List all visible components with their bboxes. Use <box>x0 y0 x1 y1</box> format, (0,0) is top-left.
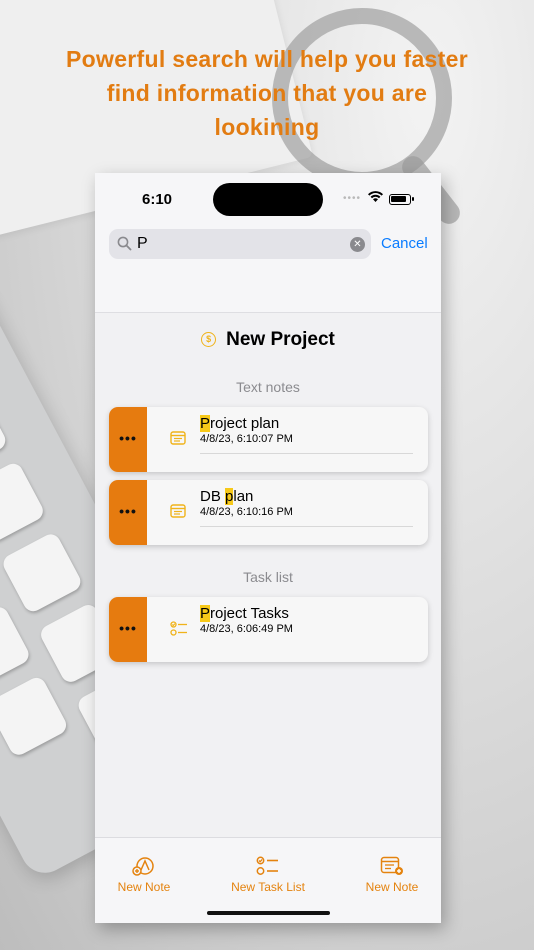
more-actions-button[interactable]: ••• <box>109 597 147 662</box>
task-list-icon <box>256 856 278 875</box>
cancel-button[interactable]: Cancel <box>381 235 428 252</box>
more-actions-button[interactable]: ••• <box>109 480 147 545</box>
status-bar: 6:10 •••• <box>95 173 441 229</box>
note-date: 4/8/23, 6:10:07 PM <box>200 433 293 445</box>
search-header: 6:10 •••• ✕ Cancel <box>95 173 441 313</box>
task-list-date: 4/8/23, 6:06:49 PM <box>200 623 293 635</box>
tab-new-sketch-note[interactable]: New Note <box>115 856 173 894</box>
new-sketch-note-icon <box>132 857 154 876</box>
promo-headline-line: lookining <box>214 114 320 140</box>
tab-label: New Task List <box>231 880 305 894</box>
project-title: $ New Project <box>95 329 441 351</box>
battery-icon <box>389 194 414 205</box>
search-highlight: P <box>200 605 211 622</box>
search-icon <box>117 236 132 251</box>
task-list-icon <box>170 621 187 636</box>
search-input[interactable] <box>137 232 347 256</box>
promo-headline: Powerful search will help you faster fin… <box>0 42 534 144</box>
home-indicator[interactable] <box>207 911 330 915</box>
tab-label: New Note <box>365 880 419 894</box>
promo-headline-line: find information that you are <box>106 80 428 106</box>
tab-new-text-note[interactable]: New Note <box>362 856 422 894</box>
divider <box>200 526 413 527</box>
task-list-title: Project Tasks <box>200 605 289 622</box>
note-date: 4/8/23, 6:10:16 PM <box>200 506 293 518</box>
dynamic-island <box>213 183 323 216</box>
coin-icon: $ <box>201 332 217 347</box>
search-highlight: P <box>200 415 211 432</box>
tab-label: New Note <box>117 880 171 894</box>
list-item[interactable]: ••• Project Tasks 4/8/23, 6:06:49 PM <box>109 597 428 662</box>
tab-new-task-list[interactable]: New Task List <box>228 856 308 894</box>
text-note-icon <box>170 504 186 518</box>
phone-screen: 6:10 •••• ✕ Cancel $ New Project Text not… <box>95 173 441 923</box>
tab-bar: New Note New Task List New Note <box>95 837 441 923</box>
divider <box>200 453 413 454</box>
list-item[interactable]: ••• DB plan 4/8/23, 6:10:16 PM <box>109 480 428 545</box>
promo-headline-line: Powerful search will help you faster <box>66 46 468 72</box>
section-label-task-list: Task list <box>243 569 293 585</box>
clear-search-icon[interactable]: ✕ <box>350 237 365 252</box>
signal-icon: •••• <box>343 193 362 204</box>
note-title: DB plan <box>200 488 254 505</box>
section-label-text-notes: Text notes <box>236 379 300 395</box>
project-title-text: New Project <box>226 329 335 350</box>
new-text-note-icon <box>380 856 403 875</box>
note-title: Project plan <box>200 415 280 432</box>
text-note-icon <box>170 431 186 445</box>
search-bar[interactable]: ✕ <box>109 229 371 259</box>
list-item[interactable]: ••• Project plan 4/8/23, 6:10:07 PM <box>109 407 428 472</box>
more-actions-button[interactable]: ••• <box>109 407 147 472</box>
status-time: 6:10 <box>142 191 173 208</box>
wifi-icon <box>368 191 383 202</box>
